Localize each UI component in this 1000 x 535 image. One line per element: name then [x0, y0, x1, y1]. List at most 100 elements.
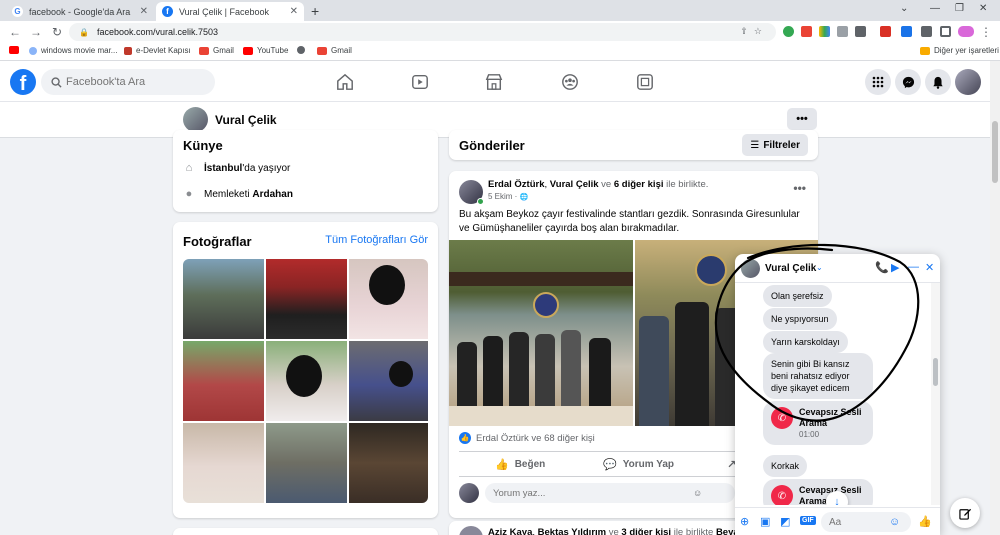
more-button[interactable]: ••• — [787, 108, 817, 130]
photo-thumbnail[interactable] — [266, 423, 347, 503]
search-input[interactable] — [66, 76, 206, 88]
close-window-icon[interactable]: ✕ — [979, 3, 987, 14]
post-tagged[interactable]: Vural Çelik — [550, 179, 599, 190]
account-avatar[interactable] — [955, 69, 981, 95]
post-author-avatar[interactable] — [459, 526, 483, 535]
emoji-icon[interactable]: ☺ — [889, 516, 900, 528]
nav-marketplace[interactable] — [483, 71, 505, 93]
menu-button[interactable] — [865, 69, 891, 95]
like-button[interactable]: 👍 Beğen — [495, 458, 545, 471]
comment-button[interactable]: 💬 Yorum Yap — [603, 458, 674, 471]
address-bar[interactable]: 🔒 facebook.com/vural.celik.7503 ⇪☆ — [69, 23, 776, 41]
reload-icon[interactable]: ↻ — [51, 25, 63, 39]
post-photo[interactable] — [449, 240, 633, 426]
gif-icon[interactable]: GIF — [800, 516, 816, 525]
thumbs-up-icon[interactable]: 👍 — [918, 515, 932, 528]
chevron-down-icon[interactable]: ⌄ — [816, 263, 823, 272]
extension-icon[interactable] — [880, 26, 891, 37]
youtube-bookmark-icon[interactable] — [9, 46, 23, 54]
bookmark-edevlet[interactable]: e-Devlet Kapısı — [124, 46, 191, 55]
photo-thumbnail[interactable] — [349, 259, 428, 339]
forward-icon[interactable]: → — [30, 25, 42, 39]
bookmark-gmail[interactable]: Gmail — [199, 46, 234, 55]
menu-icon[interactable]: ⋮ — [980, 25, 992, 39]
back-icon[interactable]: ← — [9, 25, 21, 39]
photo-thumbnail[interactable] — [183, 423, 264, 503]
puzzle-icon[interactable] — [921, 26, 932, 37]
nav-groups[interactable] — [559, 71, 581, 93]
post-options-icon[interactable]: ••• — [793, 181, 806, 195]
avatar[interactable] — [183, 107, 208, 132]
image-icon[interactable]: ▣ — [760, 515, 770, 528]
post-others[interactable]: 3 diğer kişi — [621, 527, 671, 535]
video-camera-icon[interactable]: ▶ — [891, 261, 899, 274]
bookmarks-bar: windows movie mar... e-Devlet Kapısı Gma… — [0, 43, 1000, 61]
new-tab-button[interactable]: + — [311, 3, 319, 19]
missed-call-bubble[interactable]: ✆ Cevapsız Sesli Arama 01:00 — [763, 401, 873, 445]
post-author[interactable]: Aziz Kaya — [488, 527, 532, 535]
chat-scrollbar[interactable] — [931, 283, 940, 505]
missed-call-bubble[interactable]: ✆ Cevapsız Sesli Arama — [763, 479, 873, 505]
post-tagged[interactable]: Bektaş Yıldırım — [538, 527, 606, 535]
globe-icon — [297, 46, 305, 54]
minimize-icon[interactable]: — — [930, 3, 940, 14]
nav-home[interactable] — [334, 71, 356, 93]
minimize-icon[interactable]: — — [908, 261, 919, 273]
messenger-button[interactable] — [895, 69, 921, 95]
message-input-box[interactable]: ☺ — [821, 512, 911, 532]
photo-thumbnail[interactable] — [183, 259, 264, 339]
other-bookmarks[interactable]: Diğer yer işaretleri — [920, 46, 999, 55]
sidepanel-icon[interactable] — [940, 26, 951, 37]
share-star-icons[interactable]: ⇪☆ — [740, 26, 768, 37]
photo-thumbnail[interactable] — [349, 423, 428, 503]
close-icon[interactable]: ✕ — [925, 261, 934, 274]
photo-thumbnail[interactable] — [266, 259, 347, 339]
bookmark-gmail-2[interactable]: Gmail — [317, 46, 352, 55]
comment-input[interactable] — [493, 487, 693, 499]
bookmark-youtube[interactable]: YouTube — [243, 46, 288, 55]
photo-thumbnail[interactable] — [183, 341, 264, 421]
extension-icon[interactable] — [837, 26, 848, 37]
bookmark-globe[interactable] — [297, 46, 309, 54]
tab-google-search[interactable]: G facebook - Google'da Ara ✕ — [6, 2, 154, 21]
comment-box[interactable]: ☺ — [485, 483, 735, 503]
photo-thumbnail[interactable] — [266, 341, 347, 421]
post-date[interactable]: 5 Ekim · — [488, 192, 520, 201]
extension-icon[interactable] — [855, 26, 866, 37]
see-all-photos-link[interactable]: Tüm Fotoğrafları Gör — [325, 234, 428, 246]
tab-facebook[interactable]: f Vural Çelik | Facebook ✕ — [156, 2, 304, 21]
post-author[interactable]: Erdal Öztürk — [488, 179, 545, 190]
extension-icon[interactable] — [901, 26, 912, 37]
filters-button[interactable]: ☰ Filtreler — [742, 134, 808, 156]
facebook-logo[interactable]: f — [10, 69, 36, 95]
new-message-button[interactable] — [950, 498, 980, 528]
scrollbar-thumb[interactable] — [992, 121, 998, 183]
tab-title: Vural Çelik | Facebook — [179, 6, 270, 17]
post-others[interactable]: 6 diğer kişi — [614, 179, 664, 190]
message-input[interactable] — [829, 516, 889, 528]
close-tab-icon[interactable]: ✕ — [290, 6, 298, 17]
photo-thumbnail[interactable] — [349, 341, 428, 421]
extension-icon[interactable] — [801, 26, 812, 37]
extension-icon[interactable] — [819, 26, 830, 37]
nav-watch[interactable] — [409, 71, 431, 93]
chevron-down-icon[interactable]: ⌄ — [900, 3, 908, 14]
profile-name[interactable]: Vural Çelik — [215, 113, 277, 127]
sticker-icon[interactable]: ◩ — [780, 515, 790, 528]
chat-header[interactable]: Vural Çelik ⌄ 📞 ▶ — ✕ — [735, 254, 940, 283]
profile-icon[interactable] — [958, 26, 974, 37]
bookmark-windows-movie[interactable]: windows movie mar... — [29, 46, 117, 55]
notifications-button[interactable] — [925, 69, 951, 95]
nav-gaming[interactable] — [634, 71, 656, 93]
scrollbar-thumb[interactable] — [933, 358, 938, 386]
facebook-search[interactable] — [41, 69, 215, 95]
phone-icon[interactable]: 📞 — [875, 261, 889, 274]
chat-contact-name[interactable]: Vural Çelik — [765, 263, 816, 274]
emoji-icon[interactable]: ☺ — [693, 488, 702, 498]
plus-icon[interactable]: ⊕ — [740, 515, 749, 528]
post-reactions[interactable]: 👍 Erdal Öztürk ve 68 diğer kişi — [459, 432, 595, 444]
close-tab-icon[interactable]: ✕ — [140, 6, 148, 17]
restore-icon[interactable]: ❐ — [955, 3, 964, 14]
extension-icon[interactable] — [783, 26, 794, 37]
page-scrollbar[interactable] — [990, 61, 1000, 535]
